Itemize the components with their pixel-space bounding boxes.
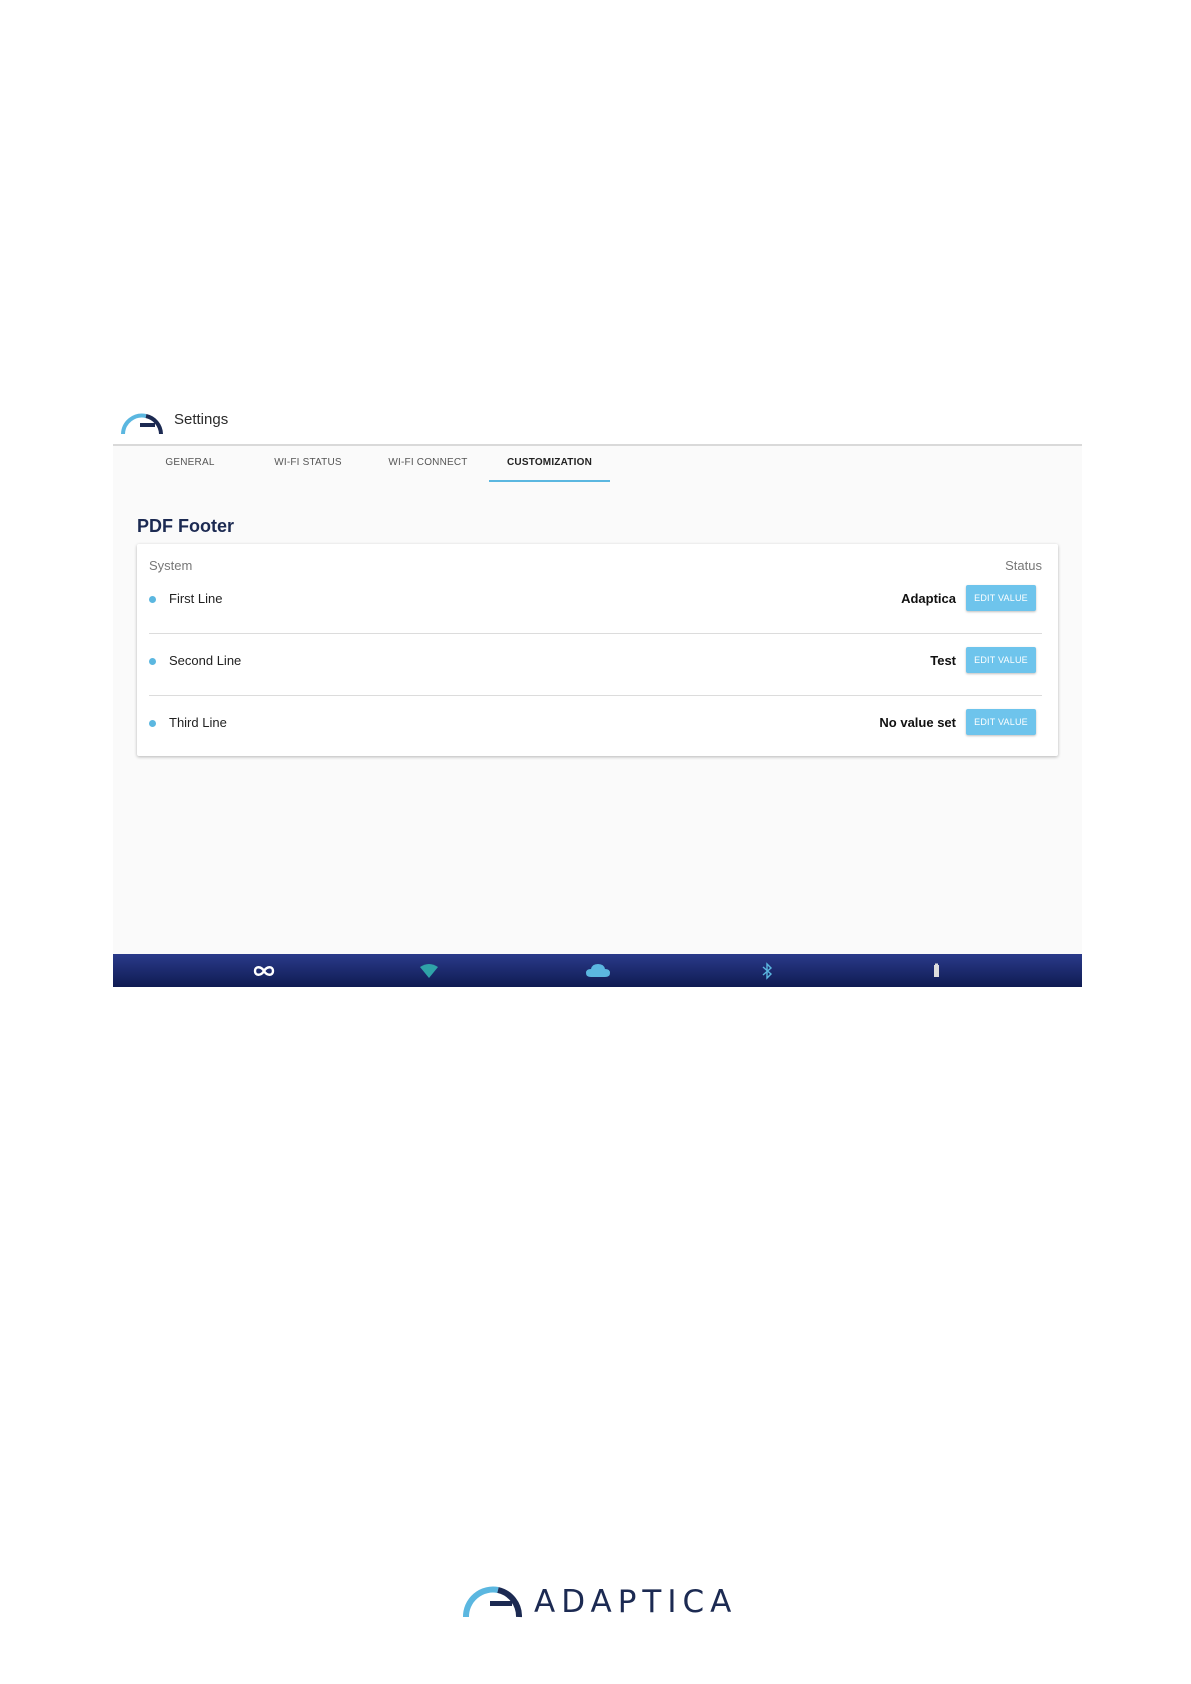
cloud-icon [586, 964, 610, 977]
list-item-first-line: First Line Adaptica EDIT VALUE [149, 571, 1042, 634]
status-bar [113, 954, 1082, 987]
row-label: Third Line [169, 715, 227, 730]
section-title: PDF Footer [137, 516, 234, 536]
row-label: Second Line [169, 653, 242, 668]
tab-wifi-connect[interactable]: WI-FI CONNECT [363, 446, 493, 480]
tab-wifi-status[interactable]: WI-FI STATUS [243, 446, 373, 480]
adaptica-logo-icon [121, 413, 163, 435]
row-label: First Line [169, 591, 223, 606]
page-title: Settings [174, 411, 229, 428]
tab-bar: GENERAL WI-FI STATUS WI-FI CONNECT CUSTO… [113, 446, 1082, 482]
row-value: Adaptica [901, 591, 956, 606]
row-value: Test [930, 653, 956, 668]
battery-icon [934, 963, 939, 977]
tab-general[interactable]: GENERAL [125, 446, 255, 480]
footer-brand: ADAPTICA [534, 1584, 738, 1620]
bullet-icon [149, 596, 156, 603]
settings-screen: Settings GENERAL WI-FI STATUS WI-FI CONN… [113, 396, 1082, 987]
wifi-icon [420, 964, 438, 978]
app-bar: Settings [113, 396, 1082, 446]
bullet-icon [149, 658, 156, 665]
list-item-third-line: Third Line No value set EDIT VALUE [149, 695, 1042, 757]
edit-value-button[interactable]: EDIT VALUE [966, 647, 1036, 673]
tab-customization[interactable]: CUSTOMIZATION [489, 446, 610, 482]
row-value: No value set [879, 715, 956, 730]
edit-value-button[interactable]: EDIT VALUE [966, 709, 1036, 735]
adaptica-brand-logo-icon [462, 1586, 522, 1618]
infinity-icon [253, 966, 275, 976]
list-item-second-line: Second Line Test EDIT VALUE [149, 633, 1042, 696]
bullet-icon [149, 720, 156, 727]
pdf-footer-card: System Status First Line Adaptica EDIT V… [137, 544, 1058, 756]
edit-value-button[interactable]: EDIT VALUE [966, 585, 1036, 611]
bluetooth-icon [762, 962, 773, 980]
